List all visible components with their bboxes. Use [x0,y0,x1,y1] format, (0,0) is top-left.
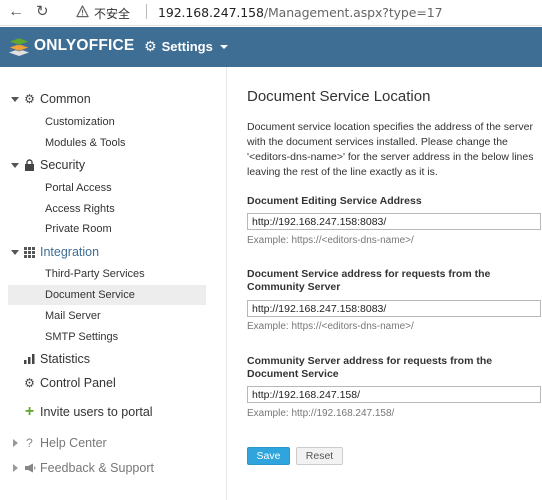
page-description: Document service location specifies the … [247,121,534,178]
sidebar-section-feedback-support[interactable]: Feedback & Support [0,460,227,476]
sidebar-section-label: Help Center [40,436,107,450]
sidebar-section-label: Integration [40,245,100,259]
expand-arrow-icon [11,162,19,168]
expand-arrow-icon [11,249,19,255]
field-label: Document Service address for requests fr… [247,268,491,293]
field-label: Document Editing Service Address [247,195,422,207]
settings-sidebar: ⚙ Common Customization Modules & Tools S… [0,67,227,500]
sidebar-item-mail-server[interactable]: Mail Server [8,306,206,326]
sidebar-item-document-service[interactable]: Document Service [8,285,206,305]
reset-button[interactable]: Reset [296,447,343,465]
back-arrow-icon[interactable]: ← [8,3,24,21]
chevron-down-icon [219,44,228,49]
sidebar-item-portal-access[interactable]: Portal Access [8,178,206,198]
gear-icon: ⚙ [24,376,35,390]
gear-icon: ⚙ [24,92,35,106]
settings-label: Settings [161,39,213,54]
bar-chart-icon [23,353,36,366]
sidebar-section-integration[interactable]: Integration [0,244,227,260]
lock-icon [23,159,36,172]
page-title: Document Service Location [247,88,431,105]
megaphone-icon [23,462,36,475]
field-hint: Example: http://192.168.247.158/ [247,408,395,419]
reload-icon[interactable]: ↻ [36,3,49,21]
sidebar-item-customization[interactable]: Customization [8,112,206,132]
integration-grid-icon [23,246,36,259]
document-service-address-input[interactable] [247,300,541,317]
sidebar-item-smtp-settings[interactable]: SMTP Settings [8,327,206,347]
invite-users-label: Invite users to portal [40,405,153,419]
expand-arrow-icon [11,96,19,102]
url-field[interactable]: 192.168.247.158/Management.aspx?type=17 [158,5,443,20]
sidebar-section-label: Security [40,158,86,172]
app-header: ONLYOFFICE ⚙ Settings [0,27,542,67]
document-editing-service-address-input[interactable] [247,213,541,230]
browser-address-bar: ← ↻ 不安全 192.168.247.158/Management.aspx?… [0,0,542,26]
collapse-arrow-icon [13,464,18,472]
sidebar-section-control-panel[interactable]: ⚙ Control Panel [0,375,227,391]
url-host: 192.168.247.158 [158,5,264,20]
sidebar-section-label: Feedback & Support [40,461,154,475]
onlyoffice-logo-icon[interactable] [8,37,30,57]
field-hint: Example: https://<editors-dns-name>/ [247,235,414,246]
brand-name[interactable]: ONLYOFFICE [34,37,134,55]
field-hint: Example: https://<editors-dns-name>/ [247,321,414,332]
address-divider [146,4,147,19]
sidebar-section-statistics[interactable]: Statistics [0,351,227,367]
sidebar-section-label: Statistics [40,352,91,366]
community-server-address-input[interactable] [247,386,541,403]
sidebar-item-modules-tools[interactable]: Modules & Tools [8,133,206,153]
insecure-label[interactable]: 不安全 [94,5,130,22]
field-label: Community Server address for requests fr… [247,355,493,380]
settings-menu-button[interactable]: ⚙ Settings [144,38,228,55]
sidebar-section-security[interactable]: Security [0,157,227,173]
sidebar-section-label: Control Panel [40,376,116,390]
warning-icon[interactable] [76,5,89,18]
gear-icon: ⚙ [144,38,157,54]
invite-users-link[interactable]: + Invite users to portal [0,403,227,420]
url-path: /Management.aspx?type=17 [263,5,443,20]
save-button[interactable]: Save [247,447,290,465]
plus-icon: + [24,403,35,420]
sidebar-item-third-party-services[interactable]: Third-Party Services [8,264,206,284]
question-icon: ? [26,436,33,450]
sidebar-section-label: Common [40,92,91,106]
collapse-arrow-icon [13,439,18,447]
sidebar-item-access-rights[interactable]: Access Rights [8,199,206,219]
sidebar-section-common[interactable]: ⚙ Common [0,91,227,107]
sidebar-section-help-center[interactable]: ? Help Center [0,435,227,451]
sidebar-item-private-room[interactable]: Private Room [8,219,206,239]
